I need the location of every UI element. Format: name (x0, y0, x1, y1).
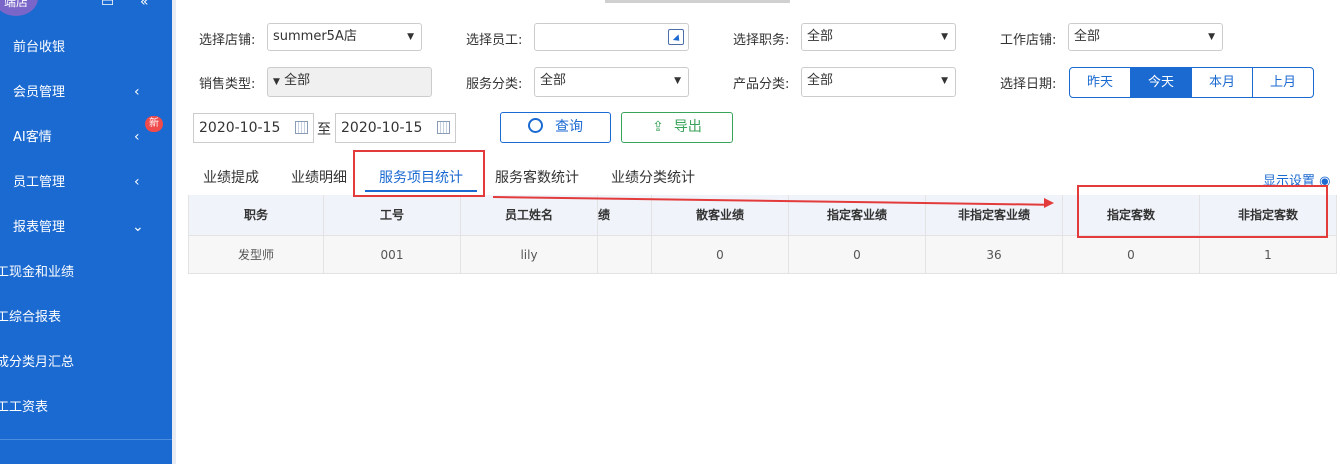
tab-detail[interactable]: 业绩明细 (291, 167, 347, 187)
chevron-left-icon: ‹ (134, 84, 140, 100)
chevron-left-icon: ‹ (134, 174, 140, 190)
start-date-input[interactable]: 2020-10-15 (193, 113, 314, 143)
sales-type-select[interactable]: ▼ 全部 (267, 67, 432, 97)
product-category-value: 全部 (807, 73, 834, 88)
dropdown-arrow-icon: ▼ (941, 32, 948, 42)
sidebar: 端店 ▭ « 前台收银 会员管理 ‹ AI客情 ‹ 新 员工管理 ‹ 报表管理 … (0, 0, 172, 464)
table-header[interactable]: 员工姓名 (461, 195, 598, 236)
menu-label: 前台收银 (13, 40, 66, 55)
chevron-down-icon: ⌄ (132, 219, 144, 235)
table-cell: 36 (926, 236, 1063, 274)
dropdown-arrow-icon: ▼ (273, 77, 280, 87)
menu-label: AI客情 (13, 130, 52, 145)
export-button[interactable]: ⇪ 导出 (621, 112, 733, 143)
divider (0, 439, 172, 440)
annotation-arrowhead-icon (1044, 198, 1054, 208)
tab-commission[interactable]: 业绩提成 (203, 167, 259, 187)
product-category-label: 产品分类: (733, 77, 790, 92)
annotation-box-columns (1077, 185, 1328, 238)
date-separator: 至 (317, 122, 331, 138)
position-select[interactable]: 全部 ▼ (801, 23, 956, 51)
employee-input[interactable] (534, 23, 689, 51)
date-last-month-button[interactable]: 上月 (1253, 68, 1313, 97)
new-badge: 新 (145, 116, 163, 132)
menu-item-reports[interactable]: 报表管理 ⌄ (0, 205, 172, 250)
table-cell: 0 (1063, 236, 1200, 274)
export-label: 导出 (673, 119, 702, 135)
table-header[interactable]: 非指定客业绩 (926, 195, 1063, 236)
employee-label: 选择员工: (466, 33, 523, 48)
submenu-label: 工工资表 (0, 400, 49, 415)
select-employee-icon[interactable] (668, 29, 684, 45)
menu-label: 会员管理 (13, 85, 66, 100)
query-button[interactable]: 查询 (500, 112, 611, 143)
dropdown-arrow-icon: ▼ (1208, 32, 1215, 42)
submenu-item[interactable]: 工综合报表 (0, 295, 172, 340)
table-cell: 0 (652, 236, 789, 274)
table-cell: 发型师 (188, 236, 324, 274)
table-header[interactable]: 工号 (324, 195, 461, 236)
work-store-select[interactable]: 全部 ▼ (1068, 23, 1223, 51)
collapse-icon[interactable]: « (140, 0, 149, 10)
device-icon[interactable]: ▭ (101, 0, 114, 10)
date-range-toggle: 昨天 今天 本月 上月 (1069, 67, 1314, 98)
start-date-value: 2020-10-15 (199, 120, 281, 136)
sales-type-value: 全部 (284, 73, 311, 88)
menu-item-cashier[interactable]: 前台收银 (0, 25, 172, 70)
date-today-button[interactable]: 今天 (1131, 68, 1192, 97)
search-icon (528, 118, 543, 133)
store-value: summer5A店 (273, 29, 357, 44)
service-category-label: 服务分类: (466, 77, 523, 92)
table-header[interactable]: 职务 (188, 195, 324, 236)
menu-label: 员工管理 (13, 175, 66, 190)
submenu-item[interactable]: 成分类月汇总 (0, 340, 172, 385)
submenu-label: 工现金和业绩 (0, 265, 75, 280)
date-this-month-button[interactable]: 本月 (1192, 68, 1253, 97)
position-value: 全部 (807, 29, 834, 44)
tab-service-customers[interactable]: 服务客数统计 (495, 167, 579, 187)
query-label: 查询 (555, 119, 583, 135)
end-date-input[interactable]: 2020-10-15 (335, 113, 456, 143)
store-logo[interactable]: 端店 (0, 0, 38, 16)
dropdown-arrow-icon: ▼ (407, 32, 414, 42)
menu-item-staff[interactable]: 员工管理 ‹ (0, 160, 172, 205)
store-label: 选择店铺: (199, 33, 256, 48)
end-date-value: 2020-10-15 (341, 120, 423, 136)
date-yesterday-button[interactable]: 昨天 (1070, 68, 1131, 97)
submenu-label: 工综合报表 (0, 310, 62, 325)
date-label: 选择日期: (1000, 77, 1057, 92)
top-scroll-indicator (605, 0, 790, 3)
service-category-select[interactable]: 全部 ▼ (534, 67, 689, 97)
position-label: 选择职务: (733, 33, 790, 48)
calendar-icon[interactable] (295, 121, 308, 134)
table-cell: 1 (1200, 236, 1337, 274)
dropdown-arrow-icon: ▼ (941, 76, 948, 86)
product-category-select[interactable]: 全部 ▼ (801, 67, 956, 97)
service-category-value: 全部 (540, 73, 567, 88)
table-cell (598, 236, 652, 274)
tab-category[interactable]: 业绩分类统计 (611, 167, 695, 187)
work-store-value: 全部 (1074, 29, 1101, 44)
upload-icon: ⇪ (652, 119, 664, 135)
table-header[interactable]: 绩 (598, 195, 652, 236)
chevron-left-icon: ‹ (134, 129, 140, 145)
annotation-box-tab (353, 150, 485, 197)
calendar-icon[interactable] (437, 121, 450, 134)
divider (172, 0, 176, 464)
table-cell: 0 (789, 236, 926, 274)
sales-type-label: 销售类型: (199, 77, 256, 92)
store-select[interactable]: summer5A店 ▼ (267, 23, 422, 51)
submenu-item[interactable]: 工现金和业绩 (0, 250, 172, 295)
submenu-item[interactable]: 工工资表 (0, 385, 172, 430)
submenu-label: 成分类月汇总 (0, 355, 75, 370)
dropdown-arrow-icon: ▼ (674, 76, 681, 86)
table-cell: lily (461, 236, 598, 274)
table-cell: 001 (324, 236, 461, 274)
menu-item-member[interactable]: 会员管理 ‹ (0, 70, 172, 115)
menu-label: 报表管理 (13, 220, 66, 235)
work-store-label: 工作店铺: (1000, 33, 1057, 48)
